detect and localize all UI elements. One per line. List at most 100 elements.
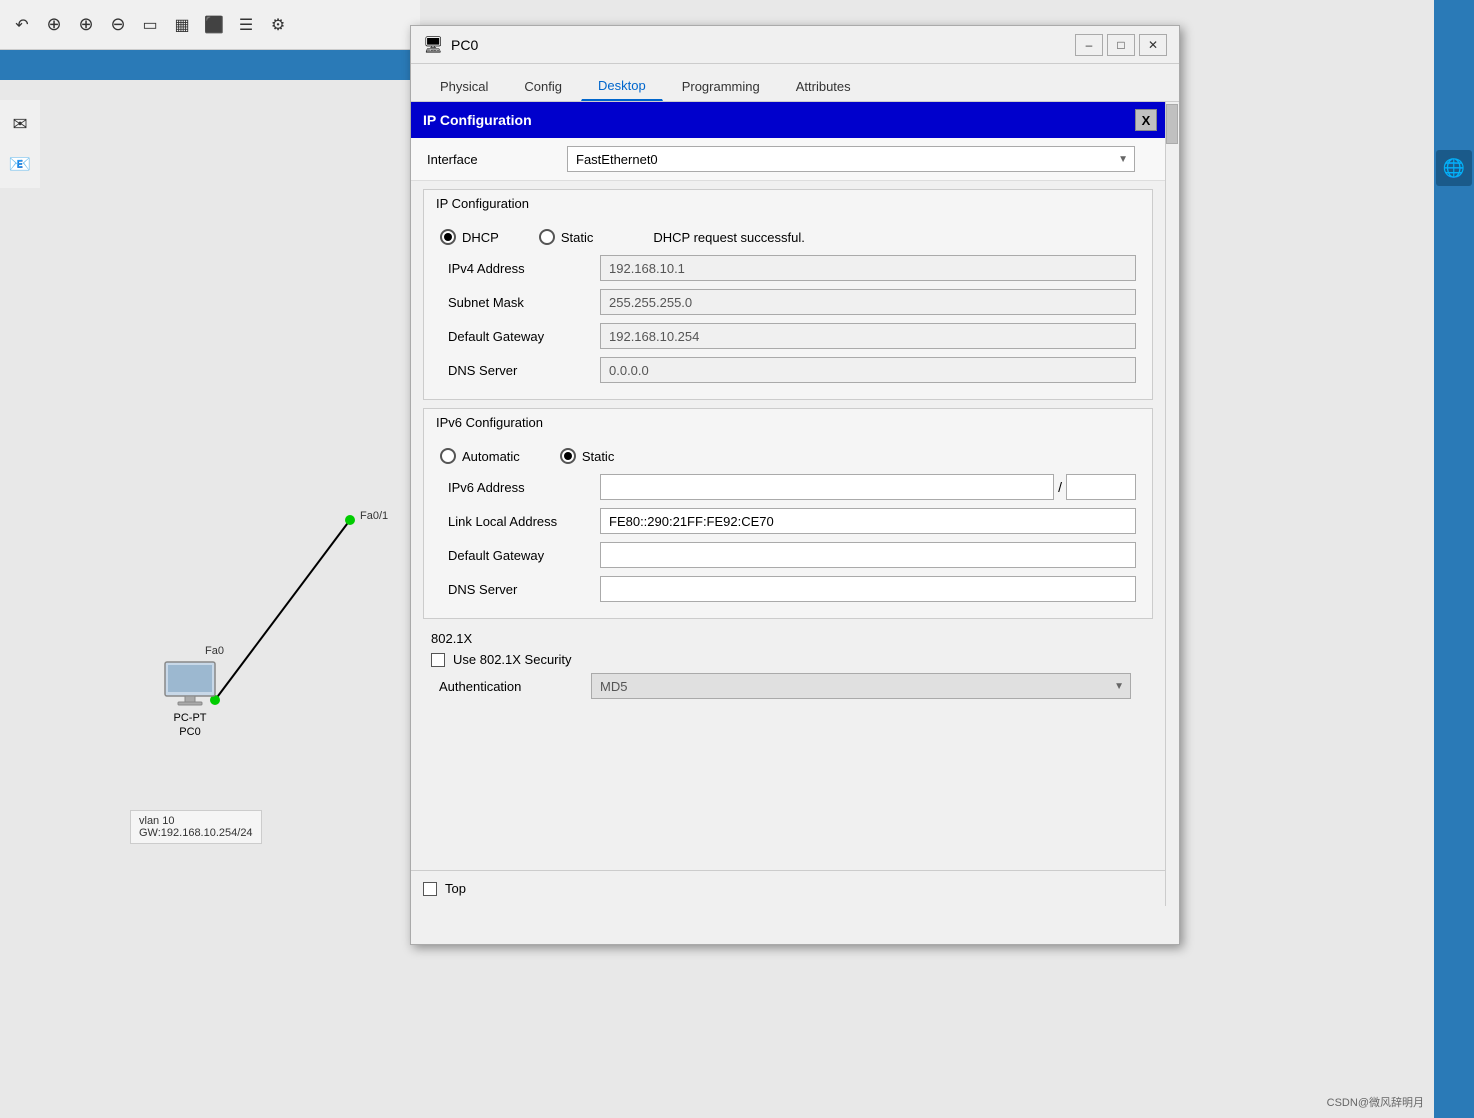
ipv6-prefix-input[interactable] — [1066, 474, 1136, 500]
static-radio-circle — [539, 229, 555, 245]
ipv4-section-title: IP Configuration — [424, 190, 1152, 215]
ipv6-section-title: IPv6 Configuration — [424, 409, 1152, 434]
static-radio-label: Static — [561, 230, 594, 245]
maximize-button[interactable]: □ — [1107, 34, 1135, 56]
ipv6-address-input-group: / — [600, 474, 1136, 500]
default-gateway-input-ipv6[interactable] — [600, 542, 1136, 568]
ip-config-header: IP Configuration X — [411, 102, 1165, 138]
use-8021x-label: Use 802.1X Security — [453, 652, 572, 667]
auth-row: Authentication MD5 — [431, 673, 1145, 699]
tab-attributes[interactable]: Attributes — [779, 72, 868, 101]
dialog-content-wrapper: IP Configuration X Interface FastEtherne… — [411, 102, 1179, 906]
scrollbar-track[interactable] — [1165, 102, 1179, 906]
pc-label2: PC0 — [179, 726, 200, 738]
ipv6-section: IPv6 Configuration Automatic Static — [423, 408, 1153, 619]
fa0-label: Fa0 — [205, 645, 224, 657]
top-label: Top — [445, 881, 466, 896]
automatic-radio[interactable]: Automatic — [440, 448, 520, 464]
ip-config-close-button[interactable]: X — [1135, 109, 1157, 131]
dns-server-input-ipv6[interactable] — [600, 576, 1136, 602]
ipv6-address-input[interactable] — [600, 474, 1054, 500]
list-icon[interactable]: ☰ — [232, 11, 260, 39]
link-local-row: Link Local Address — [440, 504, 1136, 538]
left-icons: ✉ 📧 — [0, 100, 40, 188]
link-local-label: Link Local Address — [440, 514, 600, 529]
interface-row: Interface FastEthernet0 — [411, 138, 1165, 181]
pc-node[interactable]: PC-PT PC0 — [160, 660, 220, 738]
fa01-label: Fa0/1 — [360, 510, 388, 522]
dialog-titlebar: 🖥 PC0 – □ ✕ — [411, 26, 1179, 64]
diagram-area: Fa0 Fa0/1 PC-PT PC0 vlan 10 GW:192.168.1… — [40, 80, 420, 1030]
dialog-title-text: PC0 — [451, 37, 1075, 53]
zoom-in-icon[interactable]: ⊕ — [40, 11, 68, 39]
dialog-window: 🖥 PC0 – □ ✕ Physical Config Desktop Prog… — [410, 25, 1180, 945]
auth-select[interactable]: MD5 — [591, 673, 1131, 699]
envelope-icon[interactable]: ✉ — [4, 108, 36, 140]
watermark: CSDN@微风辞明月 — [1327, 1094, 1424, 1110]
default-gateway-label-ipv6: Default Gateway — [440, 548, 600, 563]
subnet-mask-label: Subnet Mask — [440, 295, 600, 310]
ipv4-address-row: IPv4 Address — [440, 251, 1136, 285]
envelope2-icon[interactable]: 📧 — [4, 148, 36, 180]
auth-label: Authentication — [431, 679, 591, 694]
undo-icon[interactable]: ↶ — [8, 11, 36, 39]
zoom-reset-icon[interactable]: ⊕ — [72, 11, 100, 39]
dns-server-row-ipv4: DNS Server — [440, 353, 1136, 387]
link-local-input[interactable] — [600, 508, 1136, 534]
ip-config-title: IP Configuration — [423, 112, 532, 128]
close-button[interactable]: ✕ — [1139, 34, 1167, 56]
tab-programming[interactable]: Programming — [665, 72, 777, 101]
radio-row-ipv4: DHCP Static DHCP request successful. — [440, 223, 1136, 251]
tab-physical[interactable]: Physical — [423, 72, 505, 101]
ipv4-address-input[interactable] — [600, 255, 1136, 281]
interface-label: Interface — [427, 152, 567, 167]
dns-server-row-ipv6: DNS Server — [440, 572, 1136, 606]
dialog-title-icon: 🖥 — [423, 35, 443, 55]
tab-config[interactable]: Config — [507, 72, 579, 101]
ipv6-address-row: IPv6 Address / — [440, 470, 1136, 504]
zoom-out-icon[interactable]: ⊖ — [104, 11, 132, 39]
blue-banner — [0, 50, 420, 80]
ipv4-section: IP Configuration DHCP Static DHCP reques… — [423, 189, 1153, 400]
slash-separator: / — [1058, 479, 1062, 495]
default-gateway-row-ipv6: Default Gateway — [440, 538, 1136, 572]
dialog-bottom: Top — [411, 870, 1179, 906]
dhcp-status: DHCP request successful. — [653, 230, 805, 245]
scrollbar-thumb[interactable] — [1166, 104, 1178, 144]
use-8021x-row: Use 802.1X Security — [431, 652, 1145, 667]
info-box: vlan 10 GW:192.168.10.254/24 — [130, 810, 262, 844]
toolbar: ↶ ⊕ ⊕ ⊖ ▭ ▦ ⬛ ☰ ⚙ — [0, 0, 420, 50]
subnet-mask-row: Subnet Mask — [440, 285, 1136, 319]
radio-row-ipv6: Automatic Static — [440, 442, 1136, 470]
grid-icon[interactable]: ▦ — [168, 11, 196, 39]
static-radio[interactable]: Static — [539, 229, 594, 245]
top-checkbox[interactable] — [423, 882, 437, 896]
dns-server-label-ipv6: DNS Server — [440, 582, 600, 597]
minimize-button[interactable]: – — [1075, 34, 1103, 56]
default-gateway-label-ipv4: Default Gateway — [440, 329, 600, 344]
rect-icon[interactable]: ▭ — [136, 11, 164, 39]
8021x-title: 802.1X — [431, 631, 1145, 646]
use-8021x-checkbox[interactable] — [431, 653, 445, 667]
ipv6-section-content: Automatic Static IPv6 Address / — [424, 434, 1152, 618]
dns-server-input-ipv4[interactable] — [600, 357, 1136, 383]
top-checkbox-row: Top — [423, 881, 466, 896]
settings-icon[interactable]: ⚙ — [264, 11, 292, 39]
dialog-scroll-area[interactable]: IP Configuration X Interface FastEtherne… — [411, 102, 1179, 870]
dialog-controls: – □ ✕ — [1075, 34, 1167, 56]
info-line2: GW:192.168.10.254/24 — [139, 827, 253, 839]
dns-server-label-ipv4: DNS Server — [440, 363, 600, 378]
network-icon[interactable]: 🌐 — [1436, 150, 1472, 186]
device-icon[interactable]: ⬛ — [200, 11, 228, 39]
static-radio-label-ipv6: Static — [582, 449, 615, 464]
subnet-mask-input[interactable] — [600, 289, 1136, 315]
pc-label1: PC-PT — [174, 712, 207, 724]
interface-select[interactable]: FastEthernet0 — [567, 146, 1135, 172]
default-gateway-input-ipv4[interactable] — [600, 323, 1136, 349]
tab-desktop[interactable]: Desktop — [581, 71, 663, 101]
dhcp-radio-label: DHCP — [462, 230, 499, 245]
static-radio-ipv6[interactable]: Static — [560, 448, 615, 464]
ipv4-section-content: DHCP Static DHCP request successful. IPv… — [424, 215, 1152, 399]
automatic-radio-circle — [440, 448, 456, 464]
dhcp-radio[interactable]: DHCP — [440, 229, 499, 245]
